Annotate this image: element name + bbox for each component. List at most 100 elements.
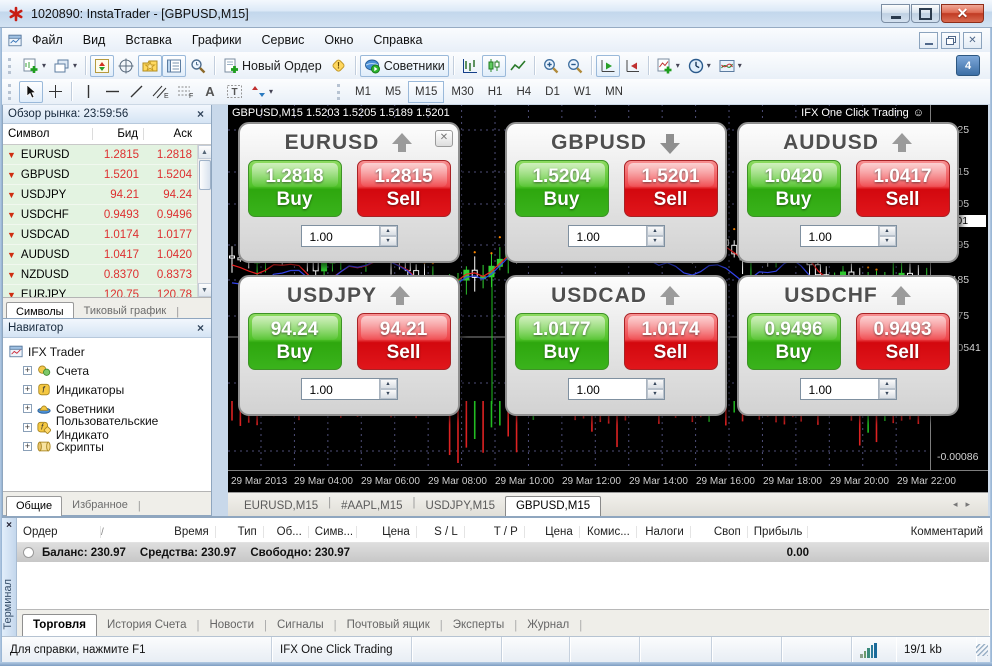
new-chart-button[interactable]: ▾ — [19, 55, 50, 77]
volume-spinner[interactable]: 1.00▲▼ — [301, 225, 398, 247]
tab-common[interactable]: Общие — [6, 496, 62, 516]
tab-news[interactable]: Новости — [199, 615, 264, 636]
alert-button[interactable]: ! — [326, 55, 351, 77]
tab-experts[interactable]: Эксперты — [443, 615, 514, 636]
buy-button[interactable]: 1.0420Buy — [747, 160, 841, 217]
expand-icon[interactable]: + — [23, 423, 32, 432]
table-row[interactable]: ▼NZDUSD0.83700.8373 — [3, 265, 211, 285]
zoom-in-button[interactable] — [539, 55, 563, 77]
column-profit[interactable]: Прибыль — [748, 526, 808, 538]
volume-spinner[interactable]: 1.00▲▼ — [800, 378, 897, 400]
table-row[interactable]: ▼EURUSD1.28151.2818 — [3, 145, 211, 165]
sell-button[interactable]: 1.0417Sell — [856, 160, 950, 217]
expand-icon[interactable]: + — [23, 385, 32, 394]
expand-icon[interactable]: + — [23, 442, 32, 451]
periods-button[interactable]: ▾ — [684, 55, 715, 77]
navigator-close-icon[interactable]: × — [195, 321, 206, 335]
tab-signals[interactable]: Сигналы — [267, 615, 334, 636]
market-watch-button[interactable] — [90, 55, 114, 77]
expand-icon[interactable]: + — [23, 366, 32, 375]
menu-tools[interactable]: Сервис — [252, 30, 315, 50]
tree-item-custom-indicators[interactable]: + f Пользовательские Индикато — [9, 418, 211, 437]
spin-down-icon[interactable]: ▼ — [647, 236, 664, 246]
toolbar-drag-handle[interactable] — [8, 58, 14, 74]
menu-charts[interactable]: Графики — [182, 30, 252, 50]
spin-down-icon[interactable]: ▼ — [647, 389, 664, 399]
tab-eurusd-m15[interactable]: EURUSD,M15 — [234, 497, 328, 516]
timeframe-w1[interactable]: W1 — [567, 81, 598, 103]
volume-value[interactable]: 1.00 — [801, 379, 878, 399]
auto-scroll-button[interactable] — [596, 55, 620, 77]
sell-button[interactable]: 1.0174Sell — [624, 313, 718, 370]
status-mode[interactable]: IFX One Click Trading — [272, 637, 412, 663]
spin-down-icon[interactable]: ▼ — [879, 236, 896, 246]
volume-spinner[interactable]: 1.00▲▼ — [800, 225, 897, 247]
tree-item-root[interactable]: IFX Trader — [9, 342, 211, 361]
strategy-tester-button[interactable] — [186, 55, 210, 77]
column-taxes[interactable]: Налоги — [637, 526, 691, 538]
tab-scroll-arrows[interactable]: ◂▸ — [953, 499, 978, 510]
volume-value[interactable]: 1.00 — [569, 379, 646, 399]
menu-view[interactable]: Вид — [73, 30, 116, 50]
tab-journal[interactable]: Журнал — [517, 615, 579, 636]
chart-shift-button[interactable] — [620, 55, 644, 77]
data-window-button[interactable] — [114, 55, 138, 77]
mdi-minimize-button[interactable] — [919, 32, 938, 49]
table-row[interactable]: ▼AUDUSD1.04171.0420 — [3, 245, 211, 265]
navigator-caption[interactable]: Навигатор × — [3, 319, 211, 338]
menu-insert[interactable]: Вставка — [115, 30, 181, 50]
spin-down-icon[interactable]: ▼ — [380, 236, 397, 246]
column-order[interactable]: Ордер — [17, 526, 101, 538]
column-symbol[interactable]: Символ — [3, 128, 93, 140]
volume-value[interactable]: 1.00 — [569, 226, 646, 246]
buy-button[interactable]: 1.2818Buy — [248, 160, 342, 217]
timeframe-m1[interactable]: M1 — [348, 81, 378, 103]
volume-spinner[interactable]: 1.00▲▼ — [301, 378, 398, 400]
column-type[interactable]: Тип — [216, 526, 264, 538]
column-swap[interactable]: Своп — [691, 526, 748, 538]
timeframe-d1[interactable]: D1 — [538, 81, 567, 103]
shapes-tool-button[interactable]: ▾ — [247, 81, 277, 103]
timeframe-mn[interactable]: MN — [598, 81, 630, 103]
new-order-button[interactable]: Новый Ордер — [219, 55, 326, 77]
column-bid[interactable]: Бид — [93, 128, 144, 140]
terminal-button[interactable] — [162, 55, 186, 77]
table-row[interactable]: ▼GBPUSD1.52011.5204 — [3, 165, 211, 185]
time-axis[interactable]: 29 Mar 2013 29 Mar 04:00 29 Mar 06:00 29… — [228, 470, 988, 493]
volume-value[interactable]: 1.00 — [302, 226, 379, 246]
column-tp[interactable]: T / P — [465, 526, 525, 538]
column-price[interactable]: Цена — [525, 526, 580, 538]
tree-item-accounts[interactable]: + Счета — [9, 361, 211, 380]
scroll-thumb[interactable] — [199, 160, 211, 190]
spin-up-icon[interactable]: ▲ — [380, 226, 397, 236]
line-chart-button[interactable] — [506, 55, 530, 77]
buy-button[interactable]: 1.0177Buy — [515, 313, 609, 370]
table-row[interactable]: ▼USDCAD1.01741.0177 — [3, 225, 211, 245]
tab-favorites[interactable]: Избранное — [62, 495, 138, 515]
scroll-down-icon[interactable]: ▼ — [198, 283, 212, 297]
tab-trade[interactable]: Торговля — [22, 614, 97, 636]
spin-up-icon[interactable]: ▲ — [879, 226, 896, 236]
column-open-price[interactable]: Цена — [357, 526, 417, 538]
buy-button[interactable]: 0.9496Buy — [747, 313, 841, 370]
spin-up-icon[interactable]: ▲ — [879, 379, 896, 389]
market-watch-close-icon[interactable]: × — [195, 107, 206, 121]
close-button[interactable]: ✕ — [941, 4, 984, 23]
tab-mailbox[interactable]: Почтовый ящик — [337, 615, 440, 636]
indicators-button[interactable]: ▾ — [653, 55, 684, 77]
label-tool-button[interactable]: T — [222, 81, 247, 103]
menu-file[interactable]: Файл — [22, 30, 73, 50]
table-row[interactable]: ▼EURJPY120.75120.78 — [3, 285, 211, 297]
timeframe-m15[interactable]: M15 — [408, 81, 444, 103]
minimize-button[interactable] — [881, 4, 910, 23]
bar-chart-button[interactable] — [458, 55, 482, 77]
timeframe-h1[interactable]: H1 — [481, 81, 510, 103]
table-row[interactable]: ▼USDCHF0.94930.9496 — [3, 205, 211, 225]
balance-row[interactable]: Баланс: 230.97 Средства: 230.97 Свободно… — [17, 543, 989, 562]
column-commission[interactable]: Комис... — [580, 526, 637, 538]
chart-window[interactable]: GBPUSD,M15 1.5203 1.5205 1.5189 1.5201 I… — [228, 104, 988, 492]
smiley-icon[interactable]: ☺ — [913, 107, 924, 119]
volume-spinner[interactable]: 1.00▲▼ — [568, 378, 665, 400]
sell-button[interactable]: 94.21Sell — [357, 313, 451, 370]
templates-button[interactable]: ▾ — [715, 55, 746, 77]
